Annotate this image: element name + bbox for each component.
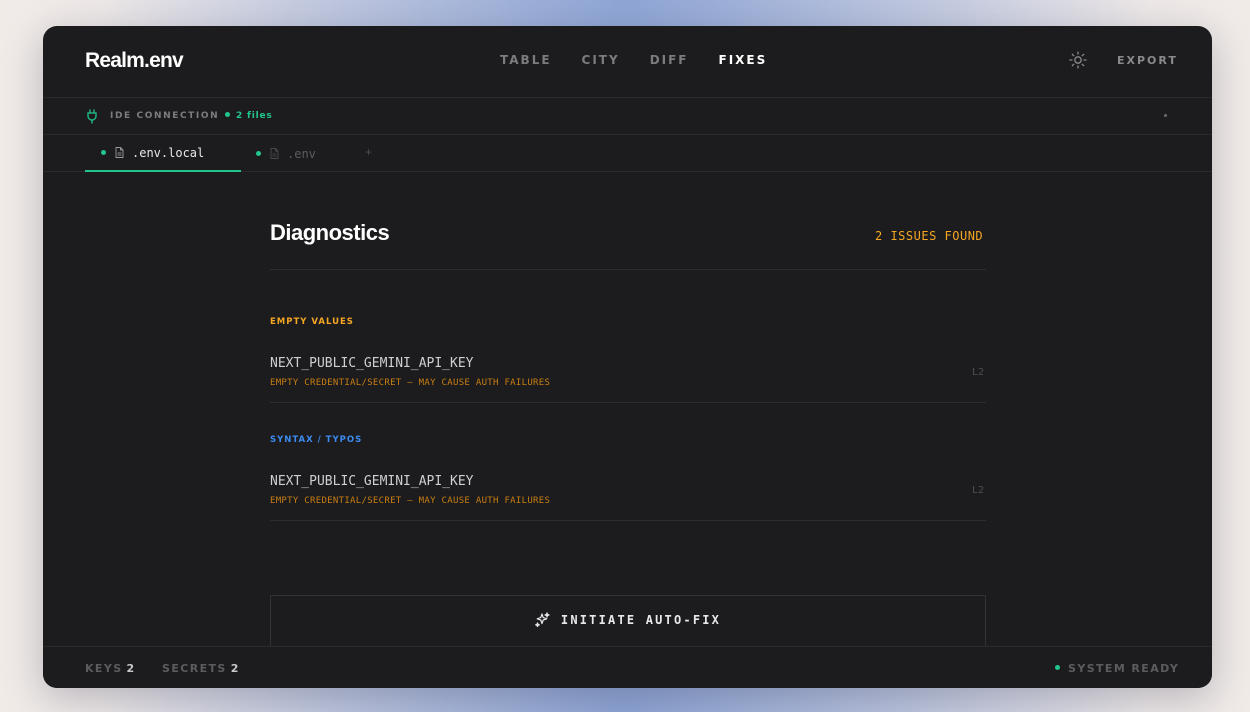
initiate-auto-fix-button[interactable]: INITIATE AUTO-FIX	[270, 595, 986, 651]
issue-key[interactable]: NEXT_PUBLIC_GEMINI_API_KEY	[270, 356, 474, 371]
page-title: Diagnostics	[270, 220, 390, 245]
nav-city[interactable]: CITY	[582, 53, 620, 67]
keys-label: KEYS	[85, 662, 123, 675]
app-window: Realm.env TABLE CITY DIFF FIXES EXPORT I	[43, 26, 1212, 688]
issue-message: EMPTY CREDENTIAL/SECRET — MAY CAUSE AUTH…	[270, 496, 551, 506]
secrets-value: 2	[230, 662, 240, 675]
divider	[270, 520, 986, 521]
main-nav: TABLE CITY DIFF FIXES	[500, 53, 767, 67]
tab-label: .env.local	[132, 145, 205, 160]
app-logo[interactable]: Realm.env	[85, 49, 184, 73]
status-dot	[225, 112, 230, 117]
file-icon	[115, 147, 124, 158]
issue-line-number[interactable]: L2	[972, 367, 984, 378]
tab-env-local[interactable]: .env.local	[85, 135, 241, 172]
status-dot	[1055, 665, 1060, 670]
top-navigation-bar: Realm.env TABLE CITY DIFF FIXES EXPORT	[43, 26, 1212, 98]
export-button[interactable]: EXPORT	[1117, 54, 1178, 67]
tab-status-dot	[101, 150, 106, 155]
section-empty-values: EMPTY VALUES	[270, 317, 354, 327]
nav-table[interactable]: TABLE	[500, 53, 552, 67]
sun-icon[interactable]	[1068, 50, 1088, 70]
system-status: SYSTEM READY	[1055, 662, 1179, 675]
issue-key[interactable]: NEXT_PUBLIC_GEMINI_API_KEY	[270, 474, 474, 489]
secrets-label: SECRETS	[162, 662, 227, 675]
add-tab-button[interactable]: +	[365, 145, 372, 159]
issues-count: 2 ISSUES FOUND	[875, 229, 984, 243]
issue-line-number[interactable]: L2	[972, 485, 984, 496]
status-footer: KEYS 2 SECRETS 2 SYSTEM READY	[43, 646, 1212, 688]
keys-count: KEYS 2	[85, 662, 136, 675]
keys-value: 2	[126, 662, 136, 675]
plug-icon	[87, 109, 97, 124]
more-dot-icon[interactable]	[1164, 114, 1167, 117]
status-text: SYSTEM READY	[1068, 662, 1180, 675]
auto-fix-label: INITIATE AUTO-FIX	[560, 613, 722, 627]
file-icon	[270, 148, 279, 159]
nav-fixes[interactable]: FIXES	[719, 53, 768, 67]
divider	[270, 269, 986, 270]
nav-diff[interactable]: DIFF	[650, 53, 689, 67]
file-tabs: .env.local .env +	[43, 135, 1212, 172]
tab-label: .env	[287, 146, 316, 161]
tab-env[interactable]: .env	[241, 135, 351, 172]
section-syntax-typos: SYNTAX / TYPOS	[270, 435, 363, 445]
files-count-text: 2 files	[236, 111, 273, 121]
sparkle-icon	[534, 612, 550, 627]
connected-files-count: 2 files	[225, 111, 273, 121]
tab-status-dot	[256, 151, 261, 156]
secrets-count: SECRETS 2	[162, 662, 240, 675]
issue-message: EMPTY CREDENTIAL/SECRET — MAY CAUSE AUTH…	[270, 378, 551, 388]
ide-connection-label: IDE CONNECTION	[110, 111, 220, 121]
divider	[270, 402, 986, 403]
ide-connection-bar: IDE CONNECTION 2 files	[43, 98, 1212, 135]
